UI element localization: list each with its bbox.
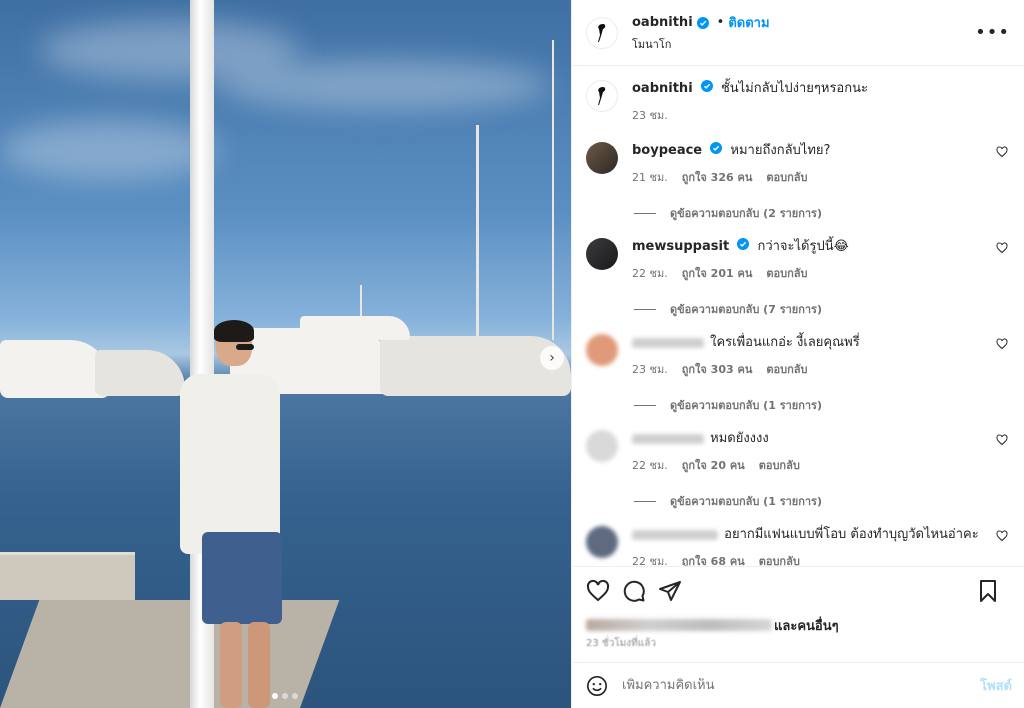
comment-time[interactable]: 22 ชม. <box>632 264 668 282</box>
view-replies-link[interactable]: ดูข้อความตอบกลับ (7 รายการ) <box>634 300 1008 318</box>
comment-text: อยากมีแฟนแบบพี่โอบ ต้องทำบุญวัดไหนอ่าคะ <box>724 527 979 542</box>
view-replies-label: ดูข้อความตอบกลับ (7 รายการ) <box>670 303 822 316</box>
post-photo[interactable]: › <box>0 0 571 708</box>
dot-separator: • <box>716 15 725 30</box>
comment-likes[interactable]: ถูกใจ 201 คน <box>682 264 753 282</box>
replies-divider <box>634 404 656 406</box>
avatar[interactable] <box>586 142 618 174</box>
likes-others-label[interactable]: และคนอื่นๆ <box>774 615 839 636</box>
bookmark-icon[interactable] <box>976 579 1000 603</box>
comment-item: boypeace หมายถึงกลับไทย? 21 ชม. ถูกใจ 32… <box>586 142 1008 186</box>
caption-time: 23 ชม. <box>632 109 668 122</box>
carousel-dot[interactable] <box>272 693 278 699</box>
comment-item: mewsuppasit กว่าจะได้รูปนี้😂 22 ชม. ถูกใ… <box>586 238 1008 282</box>
blurred-likers <box>586 619 772 631</box>
post-location[interactable]: โมนาโก <box>632 35 770 53</box>
verified-badge-icon <box>737 238 750 250</box>
person-figure <box>176 320 286 708</box>
replies-divider <box>634 500 656 502</box>
verified-badge-icon <box>696 16 709 29</box>
instagram-post-modal: › oabnithi • ติดตาม โมนาโก ••• oabnithi … <box>0 0 1024 708</box>
post-caption: oabnithi ชั้นไม่กลับไปง่ายๆหรอกนะ 23 ชม. <box>586 80 1008 124</box>
carousel-dot[interactable] <box>282 693 288 699</box>
carousel-dot[interactable] <box>292 693 298 699</box>
heart-icon[interactable] <box>996 338 1008 350</box>
caption-text: ชั้นไม่กลับไปง่ายๆหรอกนะ <box>720 81 868 96</box>
share-icon[interactable] <box>658 579 682 603</box>
view-replies-link[interactable]: ดูข้อความตอบกลับ (1 รายการ) <box>634 396 1008 414</box>
view-replies-label: ดูข้อความตอบกลับ (1 รายการ) <box>670 495 822 508</box>
carousel-dots <box>272 693 298 699</box>
avatar[interactable] <box>586 16 618 49</box>
avatar[interactable] <box>586 430 618 462</box>
post-timestamp[interactable]: 23 ชั่วโมงที่แล้ว <box>572 636 1024 654</box>
view-replies-label: ดูข้อความตอบกลับ (1 รายการ) <box>670 399 822 412</box>
comment-likes[interactable]: ถูกใจ 20 คน <box>682 456 745 474</box>
post-comment-button[interactable]: โพสต์ <box>980 675 1012 696</box>
avatar[interactable] <box>586 526 618 558</box>
blurred-username[interactable] <box>632 433 704 444</box>
follow-button[interactable]: ติดตาม <box>728 12 769 33</box>
avatar[interactable] <box>586 334 618 366</box>
comment-item: หมดยังงงง 22 ชม. ถูกใจ 20 คน ตอบกลับ <box>586 430 1008 474</box>
verified-badge-icon <box>710 142 723 154</box>
heart-icon[interactable] <box>586 579 610 603</box>
comment-item: อยากมีแฟนแบบพี่โอบ ต้องทำบุญวัดไหนอ่าคะ … <box>586 526 1008 566</box>
comment-input[interactable] <box>622 678 952 693</box>
comment-item: ใครเพื่อนแกอ่ะ งี้เลยคุณพรี่ 23 ชม. ถูกใ… <box>586 334 1008 378</box>
view-replies-label: ดูข้อความตอบกลับ (2 รายการ) <box>670 207 822 220</box>
reply-button[interactable]: ตอบกลับ <box>766 360 807 378</box>
view-replies-link[interactable]: ดูข้อความตอบกลับ (1 รายการ) <box>634 492 1008 510</box>
comment-username[interactable]: oabnithi <box>632 81 693 96</box>
blurred-username[interactable] <box>632 337 704 348</box>
comment-text: หมดยังงงง <box>710 431 769 446</box>
avatar[interactable] <box>586 80 618 112</box>
comment-likes[interactable]: ถูกใจ 326 คน <box>682 168 753 186</box>
comment-icon[interactable] <box>622 579 646 603</box>
wooden-dock <box>0 552 135 600</box>
heart-icon[interactable] <box>996 530 1008 542</box>
likes-summary[interactable]: และคนอื่นๆ <box>572 614 1024 636</box>
reply-button[interactable]: ตอบกลับ <box>766 168 807 186</box>
heart-icon[interactable] <box>996 146 1008 158</box>
replies-divider <box>634 308 656 310</box>
comment-time[interactable]: 21 ชม. <box>632 168 668 186</box>
post-action-bar <box>572 566 1024 614</box>
replies-divider <box>634 212 656 214</box>
comment-username[interactable]: mewsuppasit <box>632 239 729 254</box>
heart-icon[interactable] <box>996 434 1008 446</box>
stone-quay <box>0 600 340 708</box>
avatar[interactable] <box>586 238 618 270</box>
comment-likes[interactable]: ถูกใจ 68 คน <box>682 552 745 566</box>
verified-badge-icon <box>700 80 713 92</box>
add-comment-bar: โพสต์ <box>572 662 1024 708</box>
comment-time[interactable]: 22 ชม. <box>632 552 668 566</box>
emoji-icon[interactable] <box>586 675 608 697</box>
comment-text: ใครเพื่อนแกอ่ะ งี้เลยคุณพรี่ <box>710 335 860 350</box>
comment-time[interactable]: 23 ชม. <box>632 360 668 378</box>
reply-button[interactable]: ตอบกลับ <box>759 552 800 566</box>
blurred-username[interactable] <box>632 529 718 540</box>
comment-text: กว่าจะได้รูปนี้😂 <box>757 239 849 254</box>
post-side-panel: oabnithi • ติดตาม โมนาโก ••• oabnithi ชั… <box>571 0 1024 708</box>
comment-likes[interactable]: ถูกใจ 303 คน <box>682 360 753 378</box>
view-replies-link[interactable]: ดูข้อความตอบกลับ (2 รายการ) <box>634 204 1008 222</box>
comment-time[interactable]: 22 ชม. <box>632 456 668 474</box>
reply-button[interactable]: ตอบกลับ <box>766 264 807 282</box>
heart-icon[interactable] <box>996 242 1008 254</box>
comment-username[interactable]: boypeace <box>632 143 702 158</box>
post-author-username[interactable]: oabnithi <box>632 15 693 30</box>
comment-text: หมายถึงกลับไทย? <box>730 143 831 158</box>
comments-list: oabnithi ชั้นไม่กลับไปง่ายๆหรอกนะ 23 ชม.… <box>572 66 1024 566</box>
chevron-right-icon[interactable]: › <box>540 346 564 370</box>
more-icon[interactable]: ••• <box>975 22 1010 43</box>
post-header: oabnithi • ติดตาม โมนาโก ••• <box>572 0 1024 66</box>
reply-button[interactable]: ตอบกลับ <box>759 456 800 474</box>
